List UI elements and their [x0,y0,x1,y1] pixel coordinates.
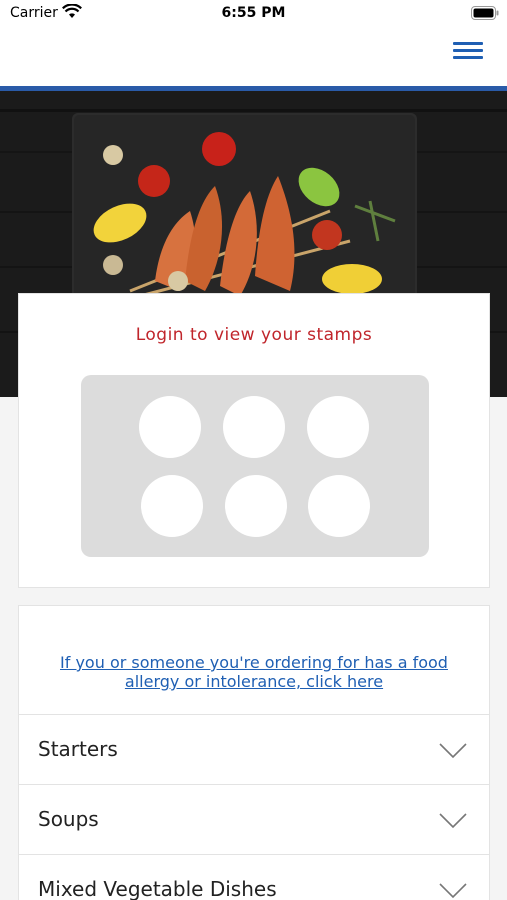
stamp-slot [139,396,201,458]
stamp-slot [223,396,285,458]
stamp-slot [308,475,370,537]
hamburger-menu-button[interactable] [453,38,483,68]
hamburger-icon-bar [453,49,483,52]
menu-card: If you or someone you're ordering for ha… [18,605,490,900]
stamp-grid [81,375,429,557]
category-row-soups[interactable]: Soups [19,784,489,854]
category-row-starters[interactable]: Starters [19,714,489,784]
stamp-slot [307,396,369,458]
category-label: Mixed Vegetable Dishes [38,877,277,900]
category-label: Starters [38,737,118,761]
category-row-mixed-vegetable-dishes[interactable]: Mixed Vegetable Dishes [19,854,489,900]
chevron-down-icon [439,743,467,759]
hamburger-icon-bar [453,56,483,59]
stamp-slot [141,475,203,537]
clock: 6:55 PM [221,5,286,21]
status-bar: Carrier 6:55 PM [0,0,507,28]
food-allergy-link[interactable]: If you or someone you're ordering for ha… [39,653,469,691]
stamp-card: Login to view your stamps [18,293,490,588]
login-to-view-stamps-link[interactable]: Login to view your stamps [19,325,489,345]
chevron-down-icon [439,883,467,899]
category-label: Soups [38,807,99,831]
stamp-slot [225,475,287,537]
app-header [0,28,507,86]
chevron-down-icon [439,813,467,829]
battery-icon [471,6,499,20]
hamburger-icon-bar [453,42,483,45]
